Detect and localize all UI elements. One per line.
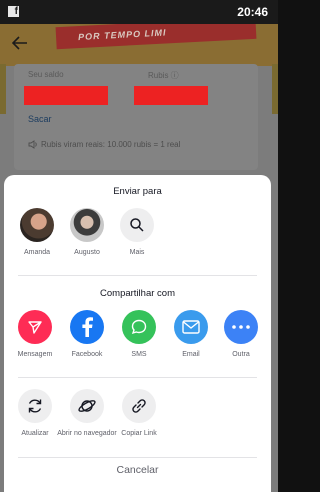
link-icon: [122, 389, 156, 423]
share-sheet: Enviar para Amanda Augusto Mais Comparti…: [4, 175, 271, 492]
share-other-button[interactable]: Outra: [211, 310, 271, 359]
more-dots-icon: [224, 310, 258, 344]
send-arrow-icon: [18, 310, 52, 344]
withdraw-link[interactable]: Sacar: [28, 114, 52, 124]
balance-label: Seu saldo: [28, 70, 64, 79]
rubis-label: Rubis ⓘ: [148, 71, 179, 80]
action-label: Abrir no navegador: [57, 430, 117, 437]
more-label: Mais: [129, 249, 145, 256]
side-decoration: [0, 64, 6, 114]
chat-bubble-icon: [122, 310, 156, 344]
conversion-note: Rubis viram reais: 10.000 rubis = 1 real: [28, 140, 180, 149]
share-app-label: Facebook: [71, 351, 103, 358]
planet-icon: [70, 389, 104, 423]
share-sms-button[interactable]: SMS: [109, 310, 169, 359]
avatar: [20, 208, 54, 242]
share-with-title: Compartilhar com: [100, 288, 175, 299]
open-in-browser-button[interactable]: Abrir no navegador: [57, 389, 117, 438]
more-contacts-button[interactable]: Mais: [107, 208, 167, 257]
speaker-icon: [28, 140, 37, 149]
back-arrow-icon[interactable]: [12, 36, 28, 50]
share-facebook-button[interactable]: Facebook: [57, 310, 117, 359]
promo-banner-text: POR TEMPO LIMI: [55, 24, 257, 50]
divider: [18, 457, 257, 458]
action-label: Copiar Link: [121, 430, 157, 437]
facebook-icon: [70, 310, 104, 344]
send-to-title: Enviar para: [113, 186, 162, 197]
divider: [18, 275, 257, 276]
share-app-label: SMS: [131, 351, 147, 358]
copy-link-button[interactable]: Copiar Link: [109, 389, 169, 438]
balance-card: Seu saldo Rubis ⓘ Sacar Rubis viram reai…: [14, 64, 258, 170]
share-app-label: Mensagem: [17, 351, 53, 358]
divider: [18, 377, 257, 378]
redacted-balance: [24, 86, 108, 105]
cancel-button[interactable]: Cancelar: [4, 464, 271, 476]
envelope-icon: [174, 310, 208, 344]
share-message-button[interactable]: Mensagem: [5, 310, 65, 359]
refresh-button[interactable]: Atualizar: [5, 389, 65, 438]
promo-banner: POR TEMPO LIMI: [0, 24, 278, 66]
action-label: Atualizar: [21, 430, 49, 437]
conversion-note-text: Rubis viram reais: 10.000 rubis = 1 real: [41, 140, 181, 149]
redacted-rubis: [134, 86, 208, 105]
share-app-label: Outra: [232, 351, 250, 358]
status-bar: f 20:46: [0, 0, 278, 24]
side-decoration: [272, 64, 278, 114]
search-icon: [120, 208, 154, 242]
status-time: 20:46: [237, 5, 268, 19]
refresh-icon: [18, 389, 52, 423]
avatar: [70, 208, 104, 242]
facebook-notification-icon: f: [8, 6, 19, 17]
